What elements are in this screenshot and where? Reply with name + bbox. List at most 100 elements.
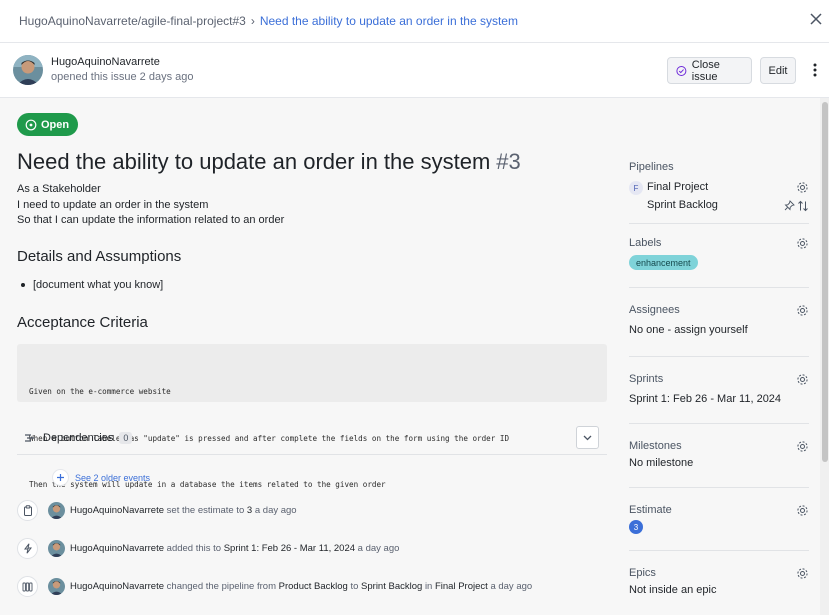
avatar[interactable] bbox=[48, 502, 65, 519]
event-text: in bbox=[424, 581, 433, 592]
event-text: changed the pipeline from bbox=[166, 581, 276, 592]
user-story: As a Stakeholder I need to update an ord… bbox=[17, 182, 284, 229]
gear-icon[interactable] bbox=[796, 440, 809, 453]
status-badge: Open bbox=[17, 113, 79, 136]
divider bbox=[629, 550, 809, 551]
status-label: Open bbox=[41, 118, 70, 131]
event-time: a day ago bbox=[357, 543, 400, 554]
estimate-label: Estimate bbox=[629, 504, 672, 516]
event-value: 3 bbox=[246, 505, 253, 516]
dependencies-label: Dependencies bbox=[43, 431, 114, 444]
divider bbox=[629, 487, 809, 488]
pipeline-actions bbox=[784, 199, 810, 213]
scrollbar[interactable] bbox=[820, 98, 829, 615]
list-item: [document what you know] bbox=[21, 279, 163, 291]
check-circle-icon bbox=[676, 65, 687, 76]
more-options-icon[interactable] bbox=[808, 61, 822, 79]
divider bbox=[629, 287, 809, 288]
pipeline-icon bbox=[17, 576, 38, 597]
see-older-events-label: See 2 older events bbox=[75, 472, 151, 483]
page-title: Need the ability to update an order in t… bbox=[17, 149, 521, 175]
story-line: As a Stakeholder bbox=[17, 183, 101, 195]
issue-title: Need the ability to update an order in t… bbox=[17, 149, 491, 174]
issue-number: #3 bbox=[496, 149, 521, 174]
breadcrumb-repo-link[interactable]: HugoAquinoNavarrete/agile-final-project#… bbox=[19, 14, 246, 28]
gear-icon[interactable] bbox=[796, 373, 809, 386]
sort-arrows-icon[interactable] bbox=[797, 200, 809, 212]
milestone-value: No milestone bbox=[629, 457, 694, 469]
gear-icon[interactable] bbox=[796, 181, 809, 194]
breadcrumb-current-issue[interactable]: Need the ability to update an order in t… bbox=[260, 14, 518, 28]
avatar[interactable] bbox=[48, 578, 65, 595]
assignees-label: Assignees bbox=[629, 304, 680, 316]
clipboard-icon bbox=[17, 500, 38, 521]
issue-header: HugoAquinoNavarrete opened this issue 2 … bbox=[0, 43, 829, 98]
story-line: I need to update an order in the system bbox=[17, 198, 209, 211]
event-time: a day ago bbox=[490, 581, 533, 592]
event-user[interactable]: HugoAquinoNavarrete bbox=[70, 581, 164, 592]
breadcrumb-separator: › bbox=[250, 14, 255, 28]
epics-label: Epics bbox=[629, 567, 656, 579]
gear-icon[interactable] bbox=[796, 504, 809, 517]
acceptance-heading: Acceptance Criteria bbox=[17, 314, 148, 331]
event-text: set the estimate to bbox=[166, 505, 245, 516]
scrollbar-thumb[interactable] bbox=[822, 102, 828, 462]
lightning-icon bbox=[17, 538, 38, 559]
label-chip[interactable]: enhancement bbox=[629, 255, 698, 270]
event-time: a day ago bbox=[254, 505, 297, 516]
event-user[interactable]: HugoAquinoNavarrete bbox=[70, 505, 164, 516]
avatar[interactable] bbox=[48, 540, 65, 557]
pipeline-workspace: Final Project bbox=[647, 181, 709, 193]
opened-time: opened this issue 2 days ago bbox=[51, 71, 194, 83]
story-line: So that I can update the information rel… bbox=[17, 214, 285, 226]
event-from-pipeline: Product Backlog bbox=[278, 581, 348, 592]
divider bbox=[629, 223, 809, 224]
close-icon[interactable] bbox=[809, 12, 829, 32]
breadcrumb: HugoAquinoNavarrete/agile-final-project#… bbox=[19, 14, 518, 28]
assign-yourself-link[interactable]: assign yourself bbox=[674, 324, 747, 336]
sprints-label: Sprints bbox=[629, 373, 664, 385]
gear-icon[interactable] bbox=[796, 304, 809, 317]
open-status-icon bbox=[25, 119, 37, 130]
workspace-badge: F bbox=[629, 181, 643, 195]
see-older-events-link[interactable]: See 2 older events bbox=[52, 469, 150, 486]
author-name[interactable]: HugoAquinoNavarrete bbox=[51, 56, 160, 68]
plus-icon bbox=[52, 469, 69, 486]
breadcrumb-bar: HugoAquinoNavarrete/agile-final-project#… bbox=[0, 0, 829, 43]
event-workspace: Final Project bbox=[434, 581, 488, 592]
details-heading: Details and Assumptions bbox=[17, 248, 182, 265]
avatar[interactable] bbox=[13, 55, 43, 85]
milestones-label: Milestones bbox=[629, 440, 682, 452]
divider bbox=[629, 356, 809, 357]
event-to-pipeline: Sprint Backlog bbox=[361, 581, 423, 592]
assignees-value: No one - assign yourself bbox=[629, 324, 748, 336]
close-issue-button[interactable]: Close issue bbox=[667, 57, 752, 84]
acceptance-code-block: Given on the e-commerce website When a b… bbox=[17, 344, 607, 489]
divider bbox=[629, 423, 809, 424]
close-issue-label: Close issue bbox=[691, 58, 720, 83]
pin-icon[interactable] bbox=[784, 200, 795, 211]
epic-value: Not inside an epic bbox=[629, 584, 717, 596]
timeline-event: HugoAquinoNavarrete changed the pipeline… bbox=[17, 576, 532, 597]
code-line: Given on the e-commerce website bbox=[29, 387, 171, 396]
edit-button[interactable]: Edit bbox=[760, 57, 796, 84]
event-user[interactable]: HugoAquinoNavarrete bbox=[70, 543, 164, 554]
dependencies-section: Dependencies 0 bbox=[17, 421, 607, 455]
timeline-event: HugoAquinoNavarrete added this to Sprint… bbox=[17, 538, 399, 559]
issue-body: Open Need the ability to update an order… bbox=[0, 98, 829, 615]
assignees-none: No one - bbox=[629, 324, 672, 336]
dependencies-expand-button[interactable] bbox=[576, 426, 599, 449]
details-item-text: [document what you know] bbox=[33, 279, 164, 291]
sprint-value[interactable]: Sprint 1: Feb 26 - Mar 11, 2024 bbox=[629, 393, 781, 405]
estimate-badge[interactable]: 3 bbox=[629, 520, 643, 534]
bullet-dot bbox=[21, 283, 25, 287]
event-sprint-link[interactable]: Sprint 1: Feb 26 - Mar 11, 2024 bbox=[224, 543, 355, 554]
event-text: added this to bbox=[166, 543, 222, 554]
pipeline-select[interactable]: Sprint Backlog bbox=[647, 199, 718, 211]
dependencies-icon bbox=[25, 433, 34, 442]
gear-icon[interactable] bbox=[796, 237, 809, 250]
labels-label: Labels bbox=[629, 237, 662, 249]
gear-icon[interactable] bbox=[796, 567, 809, 580]
event-text: to bbox=[350, 581, 359, 592]
chevron-down-icon bbox=[583, 435, 592, 440]
